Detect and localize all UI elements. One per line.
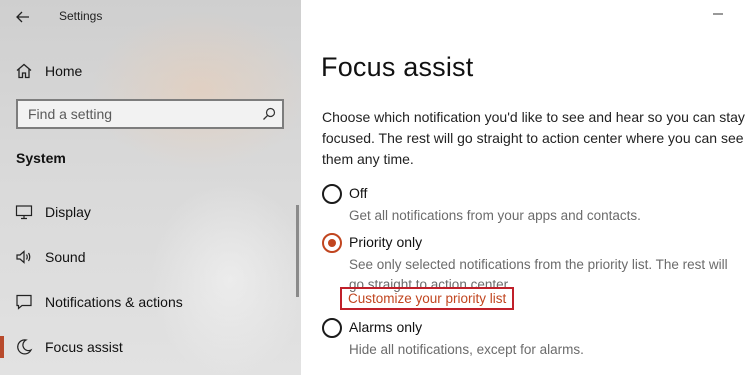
settings-sidebar: Settings Home System Display Sound	[0, 0, 301, 375]
section-title: System	[16, 150, 66, 166]
sidebar-item-notifications[interactable]: Notifications & actions	[0, 286, 301, 318]
customize-priority-list-link[interactable]: Customize your priority list	[340, 287, 515, 310]
title-bar: Settings	[0, 0, 301, 34]
display-icon	[15, 205, 33, 220]
radio-priority-only[interactable]	[322, 233, 342, 253]
main-content: Focus assist Choose which notification y…	[301, 0, 750, 375]
option-label: Priority only	[349, 234, 423, 250]
active-indicator	[0, 336, 4, 358]
search-box[interactable]	[16, 99, 284, 129]
sidebar-item-sound[interactable]: Sound	[0, 241, 301, 273]
page-title: Focus assist	[321, 52, 474, 82]
home-icon	[16, 63, 32, 79]
radio-alarms-only[interactable]	[322, 318, 342, 338]
sidebar-item-focus-assist[interactable]: Focus assist	[0, 331, 301, 363]
sidebar-item-home-label: Home	[45, 63, 83, 79]
sidebar-item-display[interactable]: Display	[0, 196, 301, 228]
radio-off[interactable]	[322, 184, 342, 204]
minimize-icon[interactable]	[712, 8, 724, 20]
app-title: Settings	[59, 9, 103, 23]
sidebar-item-label: Focus assist	[45, 339, 123, 355]
focus-assist-icon	[17, 339, 33, 355]
page-description: Choose which notification you'd like to …	[322, 109, 745, 167]
sidebar-item-label: Display	[45, 204, 91, 220]
option-label: Alarms only	[349, 319, 423, 335]
option-description: Get all notifications from your apps and…	[349, 208, 641, 223]
option-description: Hide all notifications, except for alarm…	[349, 342, 584, 357]
sidebar-item-home[interactable]: Home	[0, 55, 301, 87]
notifications-icon	[16, 294, 32, 310]
sound-icon	[16, 250, 31, 264]
search-input[interactable]	[18, 101, 248, 127]
radio-selected-dot	[328, 239, 336, 247]
search-icon[interactable]	[262, 107, 276, 121]
back-arrow-icon[interactable]	[12, 6, 34, 28]
option-label: Off	[349, 185, 368, 201]
sidebar-scrollbar[interactable]	[296, 205, 299, 297]
sidebar-item-label: Sound	[45, 249, 86, 265]
sidebar-item-label: Notifications & actions	[45, 294, 183, 310]
